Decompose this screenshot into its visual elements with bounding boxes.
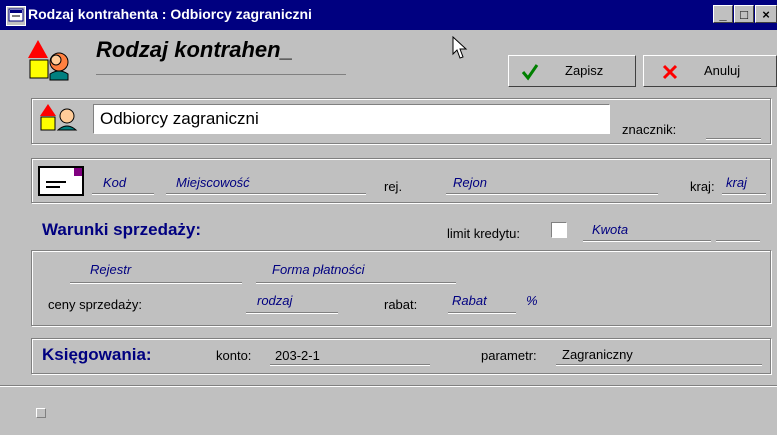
window-logo-icon — [28, 40, 72, 87]
rejon-field[interactable] — [446, 193, 658, 195]
save-button-label: Zapisz — [565, 63, 604, 78]
name-input[interactable]: Odbiorcy zagraniczni — [93, 104, 610, 134]
forma-platnosci-field[interactable] — [256, 282, 456, 284]
rabat-field[interactable] — [448, 312, 516, 314]
kraj-field[interactable] — [722, 193, 766, 195]
rejon-placeholder: Rejon — [453, 175, 487, 190]
cancel-x-icon — [662, 64, 678, 83]
rejestr-field[interactable] — [70, 282, 242, 284]
percent-sign: % — [526, 293, 538, 308]
rej-label: rej. — [384, 179, 403, 194]
cursor-icon — [452, 35, 468, 63]
kraj-placeholder: kraj — [726, 175, 747, 190]
forma-placeholder: Forma płatności — [272, 262, 365, 277]
title-bar[interactable]: Rodzaj kontrahenta : Odbiorcy zagraniczn… — [0, 0, 777, 30]
rejestr-placeholder: Rejestr — [90, 262, 132, 277]
minimize-button[interactable]: _ — [713, 5, 733, 23]
header-underline — [96, 74, 346, 75]
credit-limit-label: limit kredytu: — [447, 226, 520, 241]
header-title: Rodzaj kontrahen_ — [96, 37, 293, 62]
bottom-separator-highlight — [0, 386, 777, 387]
kwota-placeholder: Kwota — [592, 222, 629, 237]
konto-label: konto: — [216, 348, 252, 363]
status-checkbox[interactable] — [36, 408, 46, 418]
credit-limit-checkbox[interactable] — [551, 222, 567, 238]
window-app-icon — [6, 6, 26, 26]
people-icon — [40, 104, 80, 135]
kraj-label: kraj: — [690, 179, 715, 194]
close-button[interactable]: × — [755, 5, 777, 23]
rabat-label: rabat: — [384, 297, 418, 312]
rabat-placeholder: Rabat — [452, 293, 487, 308]
accounting-title: Księgowania: — [42, 345, 152, 364]
maximize-button[interactable]: □ — [734, 5, 754, 23]
envelope-icon — [38, 166, 84, 199]
konto-value: 203-2-1 — [275, 348, 320, 363]
miejscowosc-field[interactable] — [166, 193, 366, 195]
window-title: Rodzaj kontrahenta : Odbiorcy zagraniczn… — [28, 6, 312, 22]
rodzaj-placeholder: rodzaj — [257, 293, 293, 308]
cancel-button[interactable]: Anuluj — [643, 55, 777, 87]
marker-label: znacznik: — [622, 122, 677, 137]
sales-title: Warunki sprzedaży: — [42, 220, 202, 239]
miejscowosc-placeholder: Miejscowość — [176, 175, 250, 190]
prices-label: ceny sprzedaży: — [48, 297, 142, 312]
name-input-value: Odbiorcy zagraniczni — [100, 109, 259, 128]
kod-placeholder: Kod — [103, 175, 127, 190]
parametr-label: parametr: — [481, 348, 537, 363]
sales-group — [31, 250, 771, 326]
kwota-field[interactable] — [583, 240, 711, 242]
kwota-currency-field[interactable] — [716, 240, 760, 242]
marker-field[interactable] — [706, 138, 761, 140]
parametr-value: Zagraniczny — [562, 347, 633, 362]
kod-field[interactable] — [92, 193, 154, 195]
rodzaj-field[interactable] — [246, 312, 338, 314]
save-button[interactable]: Zapisz — [508, 55, 636, 87]
parametr-field[interactable] — [556, 364, 762, 366]
cancel-button-label: Anuluj — [704, 63, 741, 78]
checkmark-icon — [521, 63, 539, 84]
konto-field[interactable] — [270, 364, 430, 366]
